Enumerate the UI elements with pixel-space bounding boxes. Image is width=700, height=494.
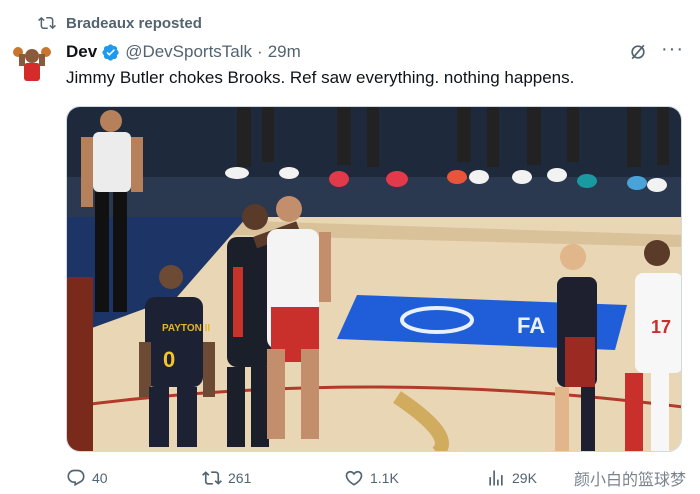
jersey-number: 0 bbox=[163, 347, 175, 372]
repost-indicator[interactable]: Bradeaux reposted bbox=[38, 14, 202, 32]
repost-label: Bradeaux reposted bbox=[66, 14, 202, 32]
timestamp[interactable]: 29m bbox=[268, 42, 301, 62]
tweet-actions: 40 261 1.1K 29K 颜小白的篮球梦 bbox=[66, 468, 686, 490]
repost-action-icon bbox=[202, 471, 222, 485]
views-button[interactable]: 29K bbox=[486, 468, 537, 488]
grok-icon[interactable] bbox=[628, 42, 648, 62]
court-logo-text: FA bbox=[517, 313, 545, 338]
media-scene: FA PAYTON II 0 17 bbox=[67, 107, 681, 451]
more-options-icon[interactable]: ··· bbox=[661, 39, 684, 59]
jersey-name: PAYTON II bbox=[162, 323, 210, 334]
repost-count: 261 bbox=[228, 470, 252, 486]
tweet-header: Dev @DevSportsTalk · 29m ··· bbox=[66, 39, 686, 64]
reply-button[interactable]: 40 bbox=[66, 468, 108, 488]
views-count: 29K bbox=[512, 470, 537, 486]
heart-icon bbox=[345, 470, 363, 486]
verified-badge-icon bbox=[102, 43, 119, 61]
reply-icon bbox=[67, 469, 85, 487]
tweet-media[interactable]: FA PAYTON II 0 17 bbox=[66, 106, 682, 452]
author-name[interactable]: Dev bbox=[66, 42, 97, 62]
repost-button[interactable]: 261 bbox=[202, 468, 251, 488]
jersey-number-right: 17 bbox=[651, 317, 671, 337]
avatar[interactable] bbox=[10, 40, 54, 84]
views-chart-icon bbox=[489, 470, 503, 486]
repost-icon bbox=[38, 16, 56, 30]
separator-dot: · bbox=[257, 42, 263, 61]
tweet-text: Jimmy Butler chokes Brooks. Ref saw ever… bbox=[66, 68, 575, 87]
like-button[interactable]: 1.1K bbox=[344, 468, 399, 488]
like-count: 1.1K bbox=[370, 470, 399, 486]
author-handle[interactable]: @DevSportsTalk bbox=[125, 42, 252, 62]
reply-count: 40 bbox=[92, 470, 108, 486]
watermark: 颜小白的篮球梦 bbox=[573, 470, 686, 489]
